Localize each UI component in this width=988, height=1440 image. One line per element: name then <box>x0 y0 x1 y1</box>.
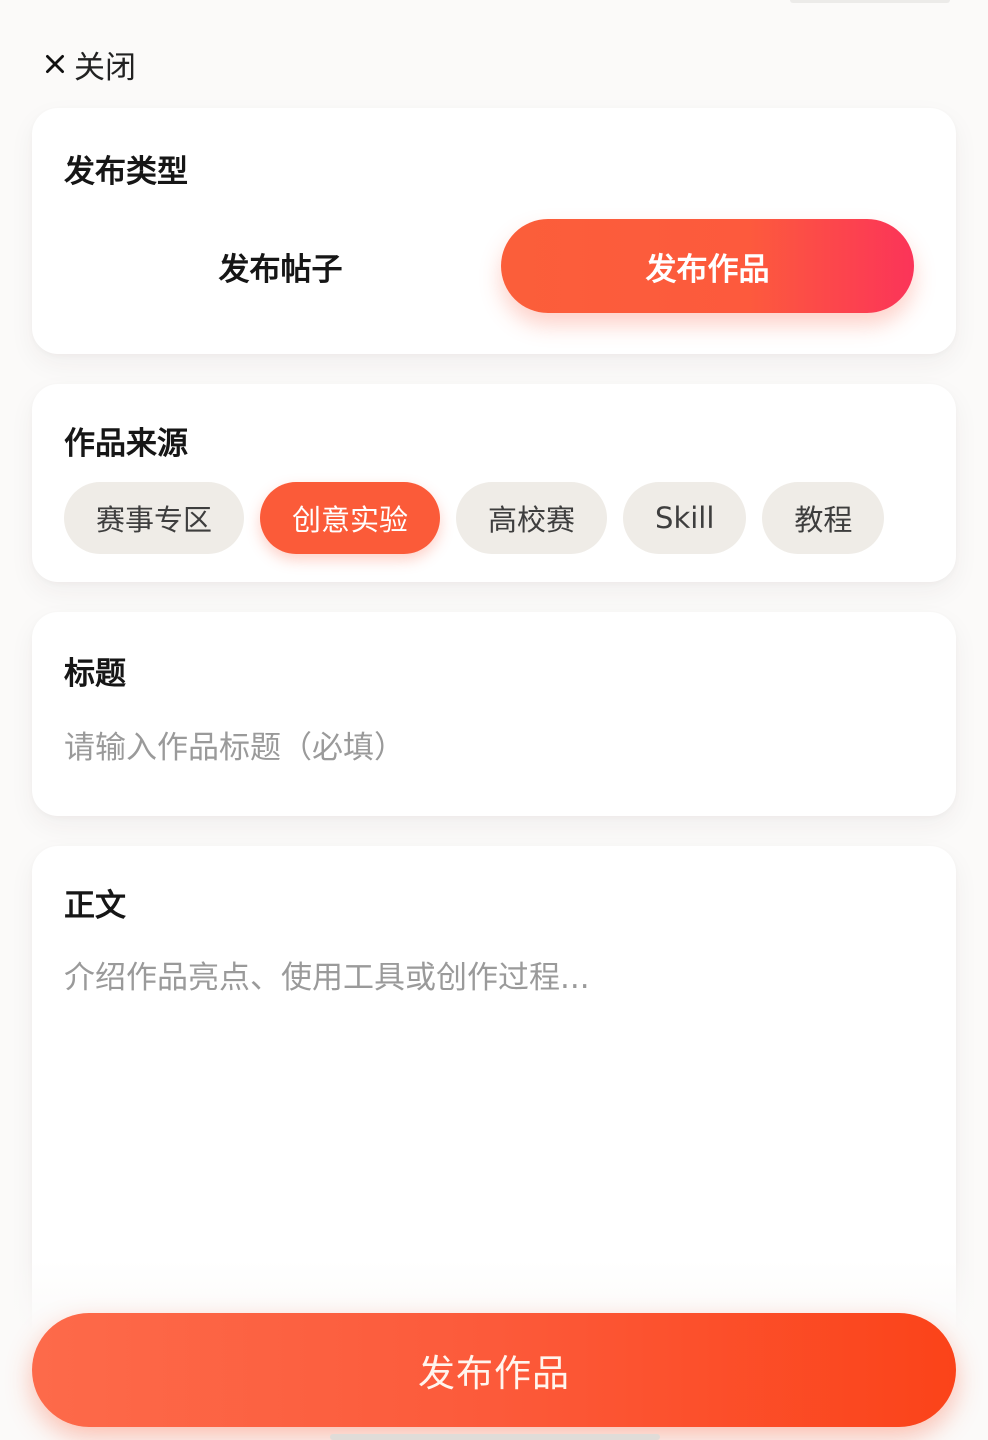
close-button[interactable]: 关闭 <box>42 44 136 86</box>
title-input[interactable] <box>64 726 924 770</box>
source-chip-competition[interactable]: 赛事专区 <box>64 482 245 554</box>
close-label: 关闭 <box>74 49 136 86</box>
source-chip-university[interactable]: 高校赛 <box>456 482 608 554</box>
source-chip-group: 赛事专区 创意实验 高校赛 Skill 教程 <box>64 482 885 554</box>
close-icon <box>46 55 64 73</box>
publish-work-label: 发布作品 <box>645 251 770 288</box>
title-field-label: 标题 <box>64 656 126 692</box>
chip-label: 赛事专区 <box>96 503 213 537</box>
chip-label: 高校赛 <box>488 503 576 537</box>
chip-label: 教程 <box>794 503 853 537</box>
publish-type-card: 发布类型 发布帖子 发布作品 <box>32 108 956 354</box>
publish-button[interactable]: 发布作品 <box>32 1313 956 1427</box>
top-edge-indicator <box>790 0 950 3</box>
chip-label: Skill <box>655 501 715 535</box>
home-indicator <box>330 1434 660 1440</box>
source-chip-tutorial[interactable]: 教程 <box>762 482 885 554</box>
publish-type-title: 发布类型 <box>64 154 188 190</box>
work-source-title: 作品来源 <box>64 426 188 462</box>
body-field-label: 正文 <box>64 888 126 924</box>
title-card: 标题 <box>32 612 956 816</box>
publish-post-option[interactable]: 发布帖子 <box>74 219 487 313</box>
publish-work-option[interactable]: 发布作品 <box>501 219 914 313</box>
source-chip-skill[interactable]: Skill <box>623 482 747 554</box>
chip-label: 创意实验 <box>292 503 409 537</box>
source-chip-creative-lab[interactable]: 创意实验 <box>260 482 441 554</box>
publish-post-label: 发布帖子 <box>218 251 343 288</box>
work-source-card: 作品来源 赛事专区 创意实验 高校赛 Skill 教程 <box>32 384 956 582</box>
publish-button-label: 发布作品 <box>418 1352 570 1395</box>
publish-page: 关闭 发布类型 发布帖子 发布作品 作品来源 赛事专区 创意实验 高校赛 Ski… <box>0 0 988 1440</box>
